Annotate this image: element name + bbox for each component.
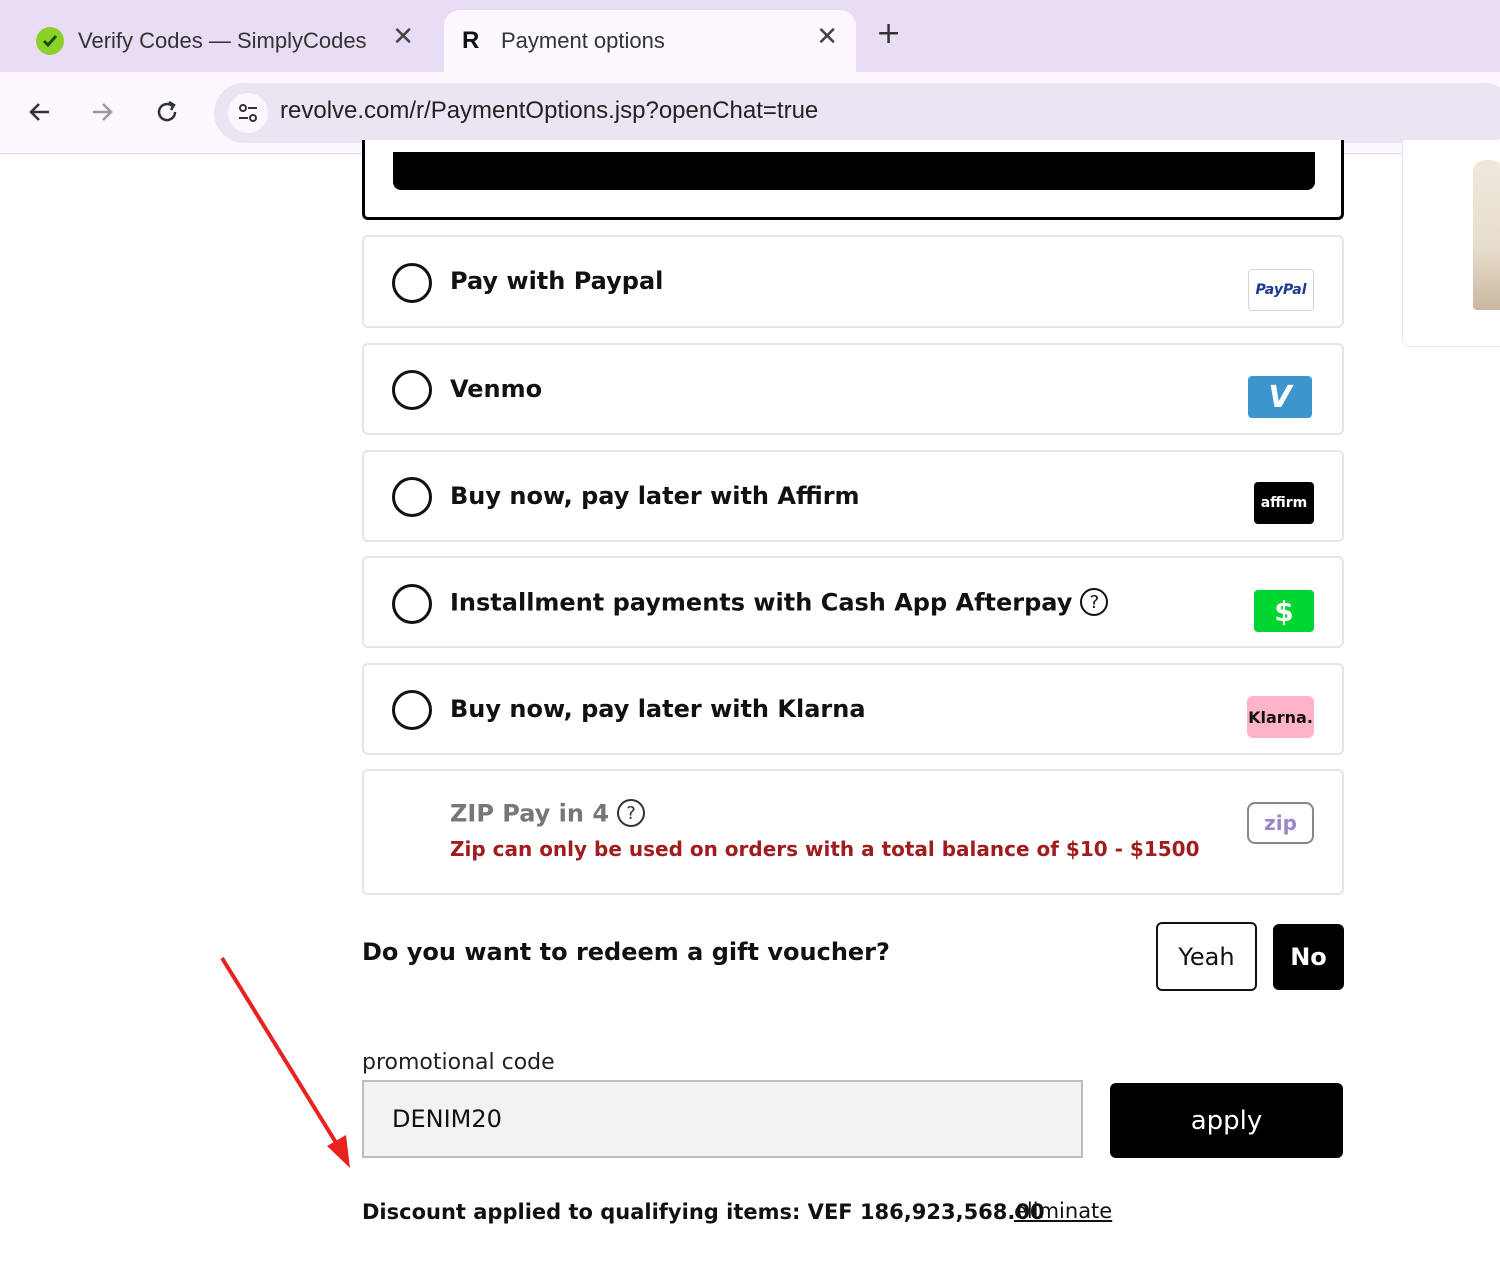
- payment-option-zip: ZIP Pay in 4? Zip can only be used on or…: [362, 769, 1344, 895]
- voucher-no-button[interactable]: No: [1273, 924, 1344, 990]
- payment-card-top: [362, 140, 1344, 220]
- site-settings-icon[interactable]: [228, 93, 268, 133]
- zip-restriction-note: Zip can only be used on orders with a to…: [450, 837, 1200, 861]
- reload-button[interactable]: [145, 90, 189, 134]
- payment-option-label: Venmo: [450, 375, 543, 403]
- payment-option-label: Buy now, pay later with Affirm: [450, 482, 860, 510]
- discount-applied-text: Discount applied to qualifying items: VE…: [362, 1200, 1045, 1224]
- venmo-logo-icon: V: [1248, 376, 1312, 418]
- payment-option-label-wrap: Installment payments with Cash App After…: [450, 588, 1109, 617]
- arrow-head: [327, 1135, 350, 1168]
- annotation-arrow-icon: [220, 956, 350, 1168]
- tab-verify-codes[interactable]: Verify Codes — SimplyCodes ✕: [0, 10, 440, 72]
- close-tab-icon[interactable]: ✕: [816, 22, 838, 52]
- payment-option-label: Pay with Paypal: [450, 267, 664, 295]
- zip-title: ZIP Pay in 4: [450, 799, 610, 828]
- close-tab-icon[interactable]: ✕: [392, 22, 414, 52]
- klarna-logo-icon: Klarna.: [1247, 696, 1314, 738]
- tab-strip: Verify Codes — SimplyCodes ✕ R Payment o…: [0, 0, 1500, 72]
- help-icon[interactable]: ?: [617, 799, 646, 827]
- zip-logo-icon: zip: [1247, 802, 1314, 844]
- product-thumbnail-card: [1402, 140, 1500, 347]
- forward-button[interactable]: [80, 90, 124, 134]
- simplycodes-icon: [36, 27, 64, 55]
- cashapp-logo-icon: $: [1254, 590, 1314, 632]
- promo-code-label: promotional code: [362, 1050, 555, 1075]
- affirm-logo-icon: affirm: [1254, 482, 1314, 524]
- payment-option-klarna[interactable]: Buy now, pay later with Klarna Klarna.: [362, 663, 1344, 755]
- revolve-favicon-icon: R: [462, 27, 480, 54]
- apply-button[interactable]: apply: [1110, 1083, 1343, 1158]
- payment-option-paypal[interactable]: Pay with Paypal PayPal: [362, 235, 1344, 328]
- new-tab-icon[interactable]: +: [876, 16, 901, 51]
- address-bar[interactable]: revolve.com/r/PaymentOptions.jsp?openCha…: [214, 83, 1500, 143]
- tab-title: Verify Codes — SimplyCodes: [78, 28, 367, 53]
- radio-button[interactable]: [392, 477, 432, 517]
- product-image: [1473, 160, 1500, 310]
- payment-option-afterpay[interactable]: Installment payments with Cash App After…: [362, 556, 1344, 648]
- voucher-yes-button[interactable]: Yeah: [1156, 922, 1257, 991]
- payment-option-label: Installment payments with Cash App After…: [450, 588, 1073, 617]
- radio-button[interactable]: [392, 370, 432, 410]
- reload-icon: [157, 100, 177, 122]
- radio-button[interactable]: [392, 584, 432, 624]
- forward-arrow-icon: [93, 103, 113, 121]
- black-button-bar[interactable]: [393, 152, 1315, 190]
- radio-button[interactable]: [392, 263, 432, 303]
- tab-payment-options[interactable]: R Payment options ✕: [444, 10, 856, 72]
- payment-option-label: Buy now, pay later with Klarna: [450, 695, 866, 723]
- payment-option-venmo[interactable]: Venmo V: [362, 343, 1344, 435]
- payment-option-affirm[interactable]: Buy now, pay later with Affirm affirm: [362, 450, 1344, 542]
- back-button[interactable]: [18, 90, 62, 134]
- back-arrow-icon: [29, 103, 49, 121]
- promo-code-input[interactable]: [362, 1080, 1083, 1158]
- zip-title-wrap: ZIP Pay in 4?: [450, 799, 646, 828]
- radio-button[interactable]: [392, 690, 432, 730]
- url-text: revolve.com/r/PaymentOptions.jsp?openCha…: [280, 97, 819, 124]
- remove-discount-link[interactable]: eliminate: [1014, 1199, 1112, 1223]
- tab-title: Payment options: [501, 28, 665, 53]
- paypal-logo-icon: PayPal: [1248, 269, 1314, 311]
- gift-voucher-question: Do you want to redeem a gift voucher?: [362, 938, 890, 966]
- help-icon[interactable]: ?: [1080, 588, 1109, 616]
- arrow-shaft: [220, 956, 345, 1156]
